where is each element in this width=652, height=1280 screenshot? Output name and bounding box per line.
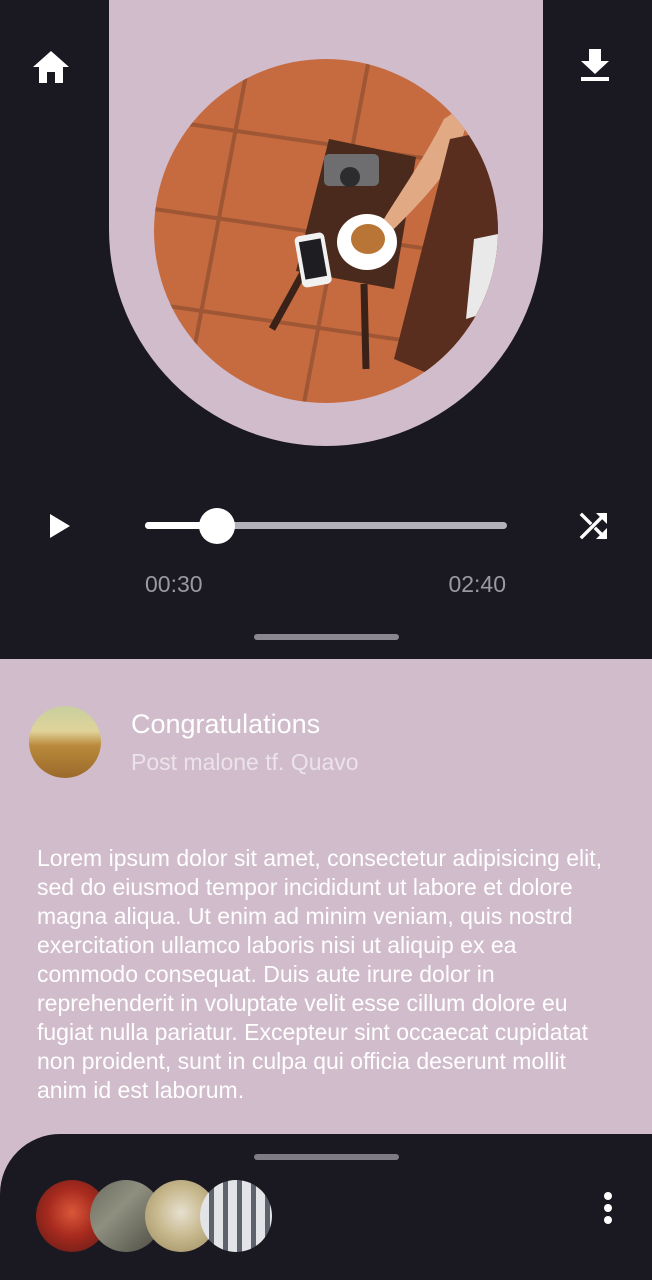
more-button[interactable]: [591, 1188, 625, 1228]
queue-drag-handle[interactable]: [254, 1154, 399, 1160]
progress-thumb[interactable]: [199, 508, 236, 544]
shuffle-button[interactable]: [574, 506, 614, 546]
home-button[interactable]: [30, 46, 72, 88]
home-icon: [33, 51, 69, 83]
queue-sheet: [0, 1134, 652, 1280]
song-artist: Post malone tf. Quavo: [131, 749, 359, 775]
play-icon: [50, 514, 70, 538]
download-button[interactable]: [575, 44, 615, 86]
album-artwork: [154, 59, 498, 403]
download-icon: [581, 49, 609, 81]
drag-handle[interactable]: [254, 634, 399, 640]
song-description: Lorem ipsum dolor sit amet, consectetur …: [37, 845, 603, 1103]
shuffle-icon: [579, 512, 607, 540]
song-thumbnail: [29, 706, 101, 778]
progress-slider[interactable]: [145, 508, 507, 544]
total-time: 02:40: [448, 571, 506, 597]
queue-list: [36, 1180, 296, 1252]
song-title: Congratulations: [131, 709, 321, 739]
queue-item[interactable]: [200, 1180, 272, 1252]
player-header: 00:30 02:40: [0, 0, 652, 660]
elapsed-time: 00:30: [145, 571, 203, 597]
play-button[interactable]: [40, 506, 80, 546]
more-vert-icon: [604, 1192, 612, 1224]
